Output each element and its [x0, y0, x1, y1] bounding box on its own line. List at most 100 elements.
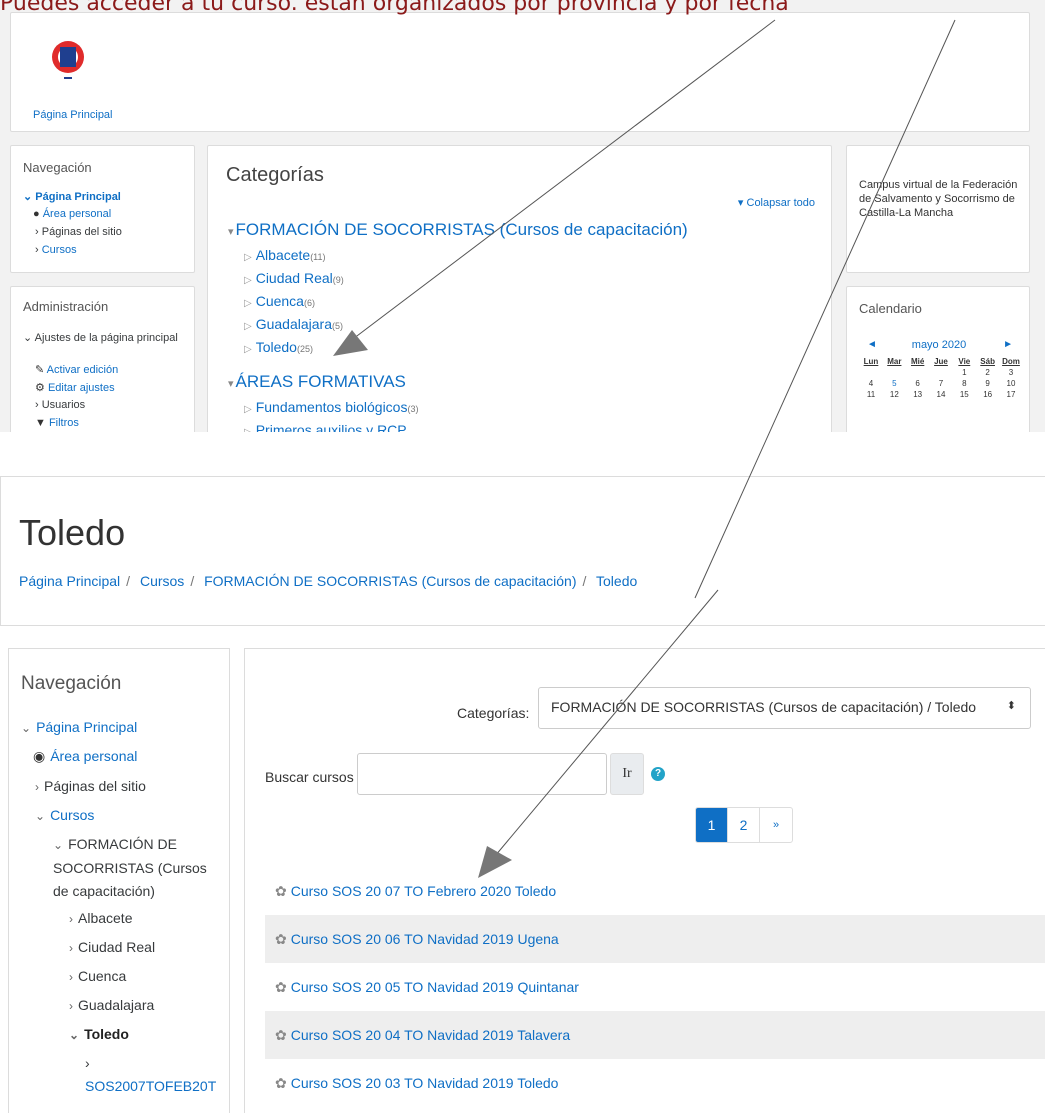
course-icon: ✿ [275, 931, 287, 947]
admin-frontpage-settings[interactable]: ⌄ Ajustes de la página principal [23, 331, 183, 345]
admin-edit-settings[interactable]: ⚙ Editar ajustes [35, 381, 115, 394]
category-fundamentos-biologicos[interactable]: ▷ Fundamentos biológicos(3) [244, 399, 418, 415]
categories-block: Categorías ▾ Colapsar todo ▾ FORMACIÓN DE… [207, 145, 832, 432]
home-link[interactable]: Página Principal [33, 109, 113, 121]
page-next[interactable]: » [760, 808, 792, 842]
breadcrumb-home[interactable]: Página Principal [19, 573, 120, 589]
collapse-all-link[interactable]: ▾ Colapsar todo [738, 196, 815, 209]
chevron-right-icon: › [35, 399, 42, 411]
calendar-block: Calendario ◄ mayo 2020 ► Lun Mar Mié Jue Vie… [846, 286, 1030, 432]
calendar-next-arrow-icon[interactable]: ► [1003, 339, 1013, 350]
nav-item-albacete[interactable]: › Albacete [69, 907, 132, 931]
chevron-down-icon: ⌄ [23, 332, 35, 344]
filter-icon: ▼ [35, 417, 46, 429]
help-icon[interactable]: ? [651, 767, 665, 781]
page-2[interactable]: 2 [728, 808, 760, 842]
category-select-value: FORMACIÓN DE SOCORRISTAS (Cursos de capa… [551, 699, 977, 715]
nav-item-course-sos2007[interactable]: SOS2007TOFEB20T [85, 1075, 216, 1098]
breadcrumb-courses[interactable]: Cursos [140, 573, 184, 589]
site-header: Página Principal [10, 12, 1030, 132]
caret-right-icon: ▷ [244, 298, 252, 309]
nav-item-site-pages[interactable]: › Páginas del sitio [35, 775, 146, 799]
categories-label: Categorías: [457, 705, 530, 721]
nav-item-home[interactable]: ⌄ Página Principal [21, 716, 137, 740]
navigation-title: Navegación [23, 160, 92, 175]
nav-item-formacion[interactable]: ⌄ FORMACIÓN DE SOCORRISTAS (Cursos de cap… [53, 833, 213, 903]
category-cuenca[interactable]: ▷ Cuenca(6) [244, 293, 315, 309]
calendar-week: 11 12 13 14 15 16 17 [866, 390, 1016, 399]
navigation-block: Navegación ⌄ Página Principal ● Área per… [10, 145, 195, 273]
admin-filters[interactable]: ▼ Filtros [35, 417, 79, 429]
caret-right-icon: ▷ [244, 252, 252, 263]
nav-item-courses[interactable]: › Cursos [35, 244, 77, 256]
nav-item-courses[interactable]: ⌄ Cursos [35, 804, 94, 828]
breadcrumb-toledo[interactable]: Toledo [596, 573, 637, 589]
page-1[interactable]: 1 [696, 808, 728, 842]
category-ciudad-real[interactable]: ▷ Ciudad Real(9) [244, 270, 344, 286]
course-item[interactable]: ✿ Curso SOS 20 07 TO Febrero 2020 Toledo [265, 867, 1045, 915]
chevron-down-icon: ⌄ [35, 809, 46, 823]
chevron-right-icon: › [35, 226, 42, 238]
caret-right-icon: ▷ [244, 321, 252, 332]
calendar-title: Calendario [859, 301, 922, 316]
admin-users[interactable]: › Usuarios [35, 399, 85, 411]
chevron-down-icon: ⌄ [21, 721, 32, 735]
chevron-down-icon: ⌄ [53, 838, 64, 852]
chevron-right-icon: › [35, 244, 42, 256]
administration-title: Administración [23, 299, 109, 314]
calendar-week: 123 [962, 368, 1014, 377]
nav-item-toledo[interactable]: ⌄ Toledo [69, 1023, 129, 1047]
course-icon: ✿ [275, 979, 287, 995]
go-button[interactable]: Ir [610, 753, 644, 795]
course-item[interactable]: ✿ Curso SOS 20 06 TO Navidad 2019 Ugena [265, 915, 1045, 963]
course-icon: ✿ [275, 1027, 287, 1043]
gear-icon: ⚙ [35, 382, 45, 394]
select-arrows-icon: ⬍ [1006, 700, 1016, 712]
course-icon: ✿ [275, 883, 287, 899]
pagination: 1 2 » [695, 807, 793, 843]
nav-item-personal[interactable]: ◉ Área personal [33, 745, 137, 768]
caret-down-icon: ▾ [737, 197, 747, 209]
nav-item-ciudad-real[interactable]: › Ciudad Real [69, 936, 155, 960]
nav-item-personal[interactable]: ● Área personal [33, 208, 111, 220]
nav-item-guadalajara[interactable]: › Guadalajara [69, 994, 154, 1018]
category-select[interactable]: FORMACIÓN DE SOCORRISTAS (Cursos de capa… [538, 687, 1031, 729]
breadcrumb-formacion[interactable]: FORMACIÓN DE SOCORRISTAS (Cursos de capa… [204, 573, 576, 589]
category-albacete[interactable]: ▷ Albacete(11) [244, 247, 326, 263]
chevron-right-icon: › [69, 912, 73, 926]
breadcrumb: Página Principal / Cursos / FORMACIÓN DE S… [19, 573, 638, 589]
chevron-right-icon: › [85, 1055, 90, 1071]
spacer [0, 432, 1045, 476]
category-guadalajara[interactable]: ▷ Guadalajara(5) [244, 316, 343, 332]
page-header: Toledo Página Principal / Cursos / FORMACI… [0, 476, 1045, 626]
nav-item-site-pages[interactable]: › Páginas del sitio [35, 226, 122, 238]
nav-item-home[interactable]: ⌄ Página Principal [23, 190, 121, 203]
chevron-down-icon: ⌄ [69, 1028, 80, 1042]
course-item[interactable]: ✿ Curso SOS 20 04 TO Navidad 2019 Talaver… [265, 1011, 1045, 1059]
annotation-caption: Puedes acceder a tu curso. están organiz… [0, 0, 789, 16]
search-label: Buscar cursos [265, 769, 354, 785]
calendar-grid: Lun Mar Mié Jue Vie Sáb Dom 123 4 5 6 7 8 9 10 11 12 1… [861, 357, 1021, 401]
course-item[interactable]: ✿ Curso SOS 20 03 TO Navidad 2019 Toledo [265, 1059, 1045, 1107]
search-input[interactable] [357, 753, 607, 795]
screenshot-categories: Página Principal Navegación ⌄ Página Pri… [0, 0, 1045, 432]
caret-right-icon: ▷ [244, 404, 252, 415]
federation-logo [52, 41, 84, 79]
admin-turn-editing-on[interactable]: ✎ Activar edición [35, 363, 118, 376]
course-item[interactable]: ✿ Curso SOS 20 05 TO Navidad 2019 Quintan… [265, 963, 1045, 1011]
caret-right-icon: ▷ [244, 275, 252, 286]
calendar-week: 4 5 6 7 8 9 10 [868, 379, 1016, 388]
category-primeros-auxilios[interactable]: ▷Primeros auxilios y RCP [244, 422, 407, 432]
category-areas-formativas[interactable]: ▾ ÁREAS FORMATIVAS [228, 372, 406, 392]
chevron-right-icon: › [69, 970, 73, 984]
categories-title: Categorías [226, 164, 324, 186]
category-formacion-socorristas[interactable]: ▾ FORMACIÓN DE SOCORRISTAS (Cursos de cap… [228, 220, 688, 240]
dashboard-icon: ◉ [33, 748, 46, 764]
caret-down-icon: ▾ [228, 226, 234, 238]
pencil-icon: ✎ [35, 364, 45, 376]
chevron-right-icon: › [35, 780, 39, 794]
caret-right-icon: ▷ [244, 344, 252, 355]
nav-item-cuenca[interactable]: › Cuenca [69, 965, 126, 989]
page-title: Toledo [19, 512, 126, 553]
category-toledo[interactable]: ▷ Toledo(25) [244, 339, 313, 355]
